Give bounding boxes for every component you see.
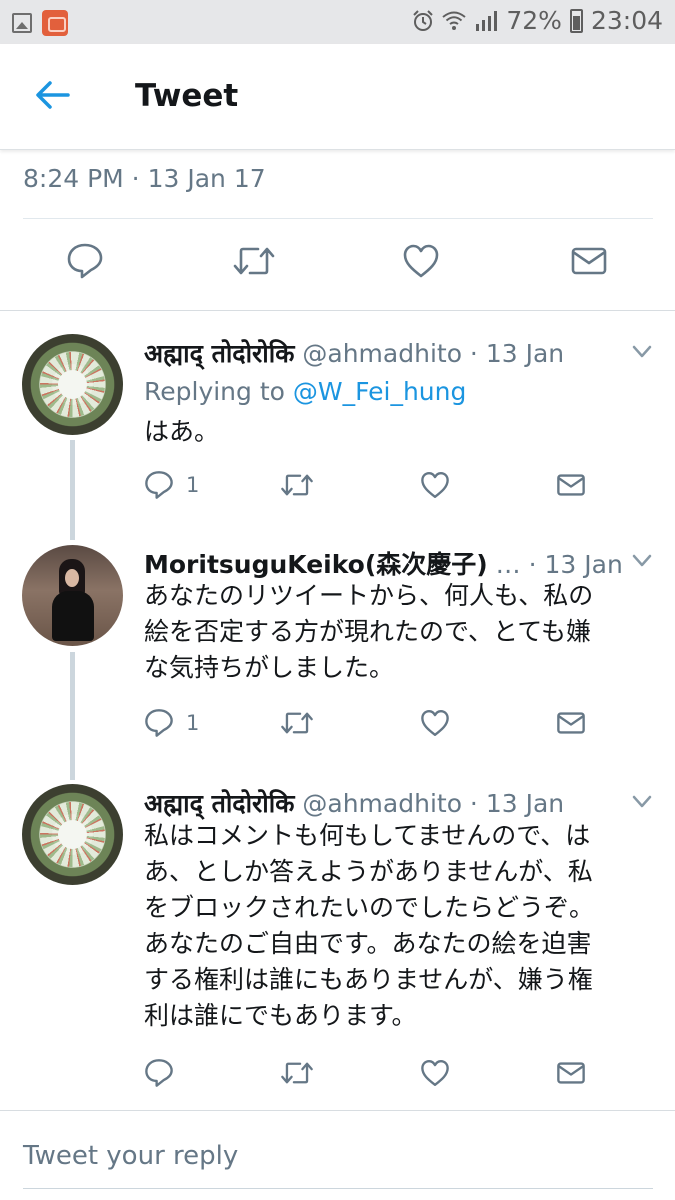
like-icon	[421, 1059, 449, 1087]
like-button[interactable]	[420, 708, 450, 738]
retweet-icon	[281, 474, 313, 496]
reply-action-bar: 1	[144, 708, 624, 742]
like-button[interactable]	[420, 470, 450, 500]
like-icon[interactable]	[402, 242, 440, 280]
like-button[interactable]	[420, 1058, 450, 1088]
avatar-face	[65, 569, 79, 587]
retweet-icon	[281, 1062, 313, 1084]
avatar[interactable]	[22, 334, 123, 435]
reply-meta: @ahmadhito · 13 Jan	[302, 789, 565, 818]
tweet-timestamp: 8:24 PM · 13 Jan 17	[23, 164, 266, 193]
like-icon	[421, 471, 449, 499]
replying-handle[interactable]: @W_Fei_hung	[293, 377, 466, 406]
thread-connector	[70, 440, 75, 540]
chevron-down-icon[interactable]	[632, 554, 652, 568]
reply-icon[interactable]	[66, 242, 104, 280]
reply-count: 1	[186, 473, 200, 497]
battery-icon	[569, 8, 583, 33]
like-icon	[421, 709, 449, 737]
divider	[23, 218, 653, 219]
signal-icon	[476, 10, 498, 31]
retweet-icon	[281, 712, 313, 734]
reply-composer-input[interactable]: Tweet your reply	[23, 1141, 238, 1171]
reply-meta: @ahmadhito · 13 Jan	[302, 339, 565, 368]
top-app-bar: Tweet	[0, 44, 675, 150]
composer-underline	[23, 1188, 653, 1189]
display-name[interactable]: अह्माद् तोदोरोकि	[144, 789, 294, 818]
reply-action-bar	[144, 1058, 624, 1092]
clock: 23:04	[590, 6, 663, 35]
reply-button[interactable]: 1	[144, 708, 199, 738]
replying-prefix: Replying to	[144, 377, 285, 406]
thread-connector	[70, 652, 75, 780]
message-button[interactable]	[556, 470, 586, 500]
battery-percent: 72%	[506, 6, 562, 35]
page-title: Tweet	[135, 78, 239, 114]
reply-icon	[145, 471, 173, 499]
reply-meta: … · 13 Jan	[495, 550, 623, 579]
reply-text: はあ。	[144, 417, 220, 446]
display-name[interactable]: अह्माद् तोदोरोकि	[144, 339, 294, 368]
gallery-icon	[12, 13, 32, 33]
message-icon	[557, 712, 585, 734]
reply-action-bar: 1	[144, 470, 624, 504]
reply-header: अह्माद् तोदोरोकि @ahmadhito · 13 Jan	[144, 336, 564, 370]
reply-header: अह्माद् तोदोरोकि @ahmadhito · 13 Jan	[144, 786, 564, 820]
section-divider	[0, 310, 675, 311]
reply-button[interactable]: 1	[144, 470, 199, 500]
reply-count: 1	[186, 711, 200, 735]
composer-divider	[0, 1110, 675, 1111]
alarm-icon	[413, 9, 434, 31]
reply-icon	[145, 1059, 173, 1087]
reply-text: あなたのリツイートから、何人も、私の 絵を否定する方が現れたので、とても嫌 な気…	[144, 581, 594, 682]
chevron-down-icon[interactable]	[632, 345, 652, 359]
avatar[interactable]	[22, 545, 123, 646]
wifi-icon	[442, 11, 467, 30]
back-arrow-icon[interactable]	[34, 80, 70, 110]
tweet-action-bar	[0, 242, 675, 292]
retweet-button[interactable]	[280, 470, 314, 500]
avatar[interactable]	[22, 784, 123, 885]
reply-icon	[145, 709, 173, 737]
reply-header: MoritsuguKeiko(森次慶子) … · 13 Jan	[144, 545, 623, 581]
chevron-down-icon[interactable]	[632, 795, 652, 809]
message-icon	[557, 1062, 585, 1084]
retweet-button[interactable]	[280, 708, 314, 738]
message-icon[interactable]	[570, 242, 608, 280]
message-button[interactable]	[556, 1058, 586, 1088]
message-icon	[557, 474, 585, 496]
reply-button[interactable]	[144, 1058, 174, 1088]
display-name[interactable]: MoritsuguKeiko(森次慶子)	[144, 550, 488, 579]
message-button[interactable]	[556, 708, 586, 738]
retweet-icon[interactable]	[232, 242, 276, 280]
reply-text: 私はコメントも何もしてませんので、は あ、としか答えようがありませんが、私 をブ…	[144, 821, 595, 1030]
replying-to: Replying to @W_Fei_hung	[144, 377, 466, 406]
status-bar: 72% 23:04	[0, 0, 675, 44]
camera-app-icon	[42, 10, 68, 36]
retweet-button[interactable]	[280, 1058, 314, 1088]
